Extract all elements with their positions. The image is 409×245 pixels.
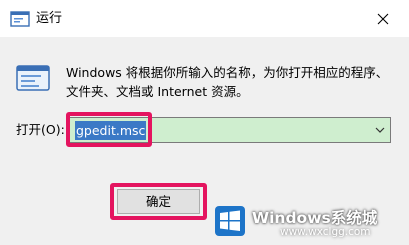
open-input-value[interactable]: gpedit.msc — [75, 121, 147, 140]
watermark-url: www.wxclgg.com — [280, 226, 371, 238]
open-input[interactable]: gpedit.msc — [69, 117, 391, 143]
run-app-icon — [10, 11, 30, 27]
watermark: Windows系统城 www.wxclgg.com — [210, 200, 409, 245]
close-icon — [377, 13, 388, 24]
chevron-down-icon — [375, 127, 385, 133]
watermark-brand: Windows系统城 — [252, 209, 378, 227]
close-button[interactable] — [356, 0, 409, 37]
dropdown-button[interactable] — [370, 118, 390, 142]
ok-button[interactable]: 确定 — [117, 189, 200, 214]
window-title: 运行 — [36, 11, 63, 26]
dialog-description: Windows 将根据你所输入的名称，为你打开相应的程序、文件夹、文档或 Int… — [66, 65, 389, 99]
windows-logo-icon — [215, 206, 245, 236]
run-dialog-icon — [16, 65, 50, 91]
title-bar: 运行 — [0, 0, 409, 37]
open-label: 打开(O): — [16, 122, 65, 137]
